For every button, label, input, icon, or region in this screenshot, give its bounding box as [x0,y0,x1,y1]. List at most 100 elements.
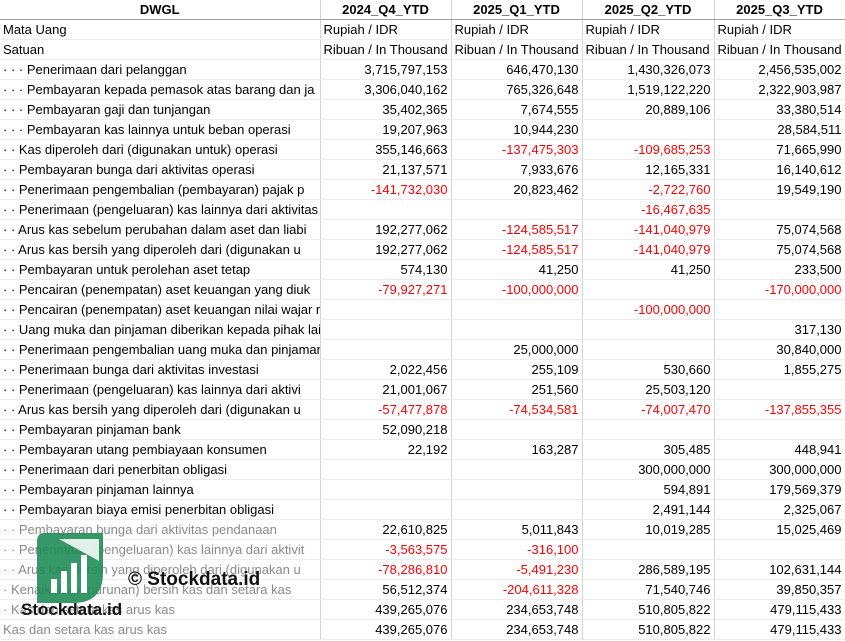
table-cell[interactable]: 1,855,275 [714,359,845,380]
table-cell[interactable]: -170,000,000 [714,279,845,300]
row-label[interactable]: · · Pembayaran biaya emisi penerbitan ob… [0,499,321,520]
row-label[interactable]: · · Penerimaan (pengeluaran) kas lainnya… [0,379,321,400]
table-cell[interactable]: 300,000,000 [714,459,845,480]
table-cell[interactable]: 439,265,076 [320,619,452,640]
table-cell[interactable]: 2,022,456 [320,359,452,380]
table-cell[interactable]: 71,665,990 [714,139,845,160]
table-cell[interactable]: -2,722,760 [582,179,715,200]
table-cell[interactable]: 3,715,797,153 [320,59,452,80]
table-cell[interactable]: -5,491,230 [451,559,583,580]
table-cell[interactable]: 5,011,843 [451,519,583,540]
table-cell[interactable] [714,199,845,220]
table-cell[interactable]: 39,850,357 [714,579,845,600]
table-cell[interactable]: 479,115,433 [714,619,845,640]
table-cell[interactable]: 10,019,285 [582,519,715,540]
table-cell[interactable]: -141,732,030 [320,179,452,200]
table-cell[interactable]: 2,491,144 [582,499,715,520]
table-cell[interactable]: Ribuan / In Thousand [582,39,715,60]
table-cell[interactable] [320,299,452,320]
table-cell[interactable]: -124,585,517 [451,219,583,240]
table-cell[interactable]: Rupiah / IDR [582,19,715,40]
table-cell[interactable] [451,419,583,440]
table-cell[interactable]: -141,040,979 [582,239,715,260]
row-label[interactable]: · · Pencairan (penempatan) aset keuangan… [0,299,321,320]
table-cell[interactable]: 255,109 [451,359,583,380]
row-label[interactable]: · · · Penerimaan dari pelanggan [0,59,321,80]
table-cell[interactable]: 765,326,648 [451,79,583,100]
table-cell[interactable]: -57,477,878 [320,399,452,420]
table-cell[interactable]: -16,467,635 [582,199,715,220]
row-label[interactable]: · · Penerimaan (pengeluaran) kas lainnya… [0,539,321,560]
row-label[interactable]: · · Pembayaran utang pembiayaan konsumen [0,439,321,460]
table-cell[interactable]: -78,286,810 [320,559,452,580]
column-header[interactable]: 2024_Q4_YTD [320,0,452,20]
table-cell[interactable]: -3,563,575 [320,539,452,560]
table-cell[interactable]: 75,074,568 [714,239,845,260]
table-cell[interactable]: 22,192 [320,439,452,460]
table-cell[interactable]: 286,589,195 [582,559,715,580]
table-cell[interactable]: 7,674,555 [451,99,583,120]
table-cell[interactable]: 33,380,514 [714,99,845,120]
table-cell[interactable]: 1,519,122,220 [582,79,715,100]
table-cell[interactable]: 2,456,535,002 [714,59,845,80]
table-cell[interactable]: 594,891 [582,479,715,500]
row-label[interactable]: · · Pembayaran bunga dari aktivitas pend… [0,519,321,540]
table-cell[interactable] [714,419,845,440]
column-header[interactable]: 2025_Q1_YTD [451,0,583,20]
table-cell[interactable]: 52,090,218 [320,419,452,440]
table-cell[interactable]: -100,000,000 [451,279,583,300]
table-cell[interactable]: 1,430,326,073 [582,59,715,80]
table-cell[interactable]: 192,277,062 [320,239,452,260]
table-cell[interactable]: 21,001,067 [320,379,452,400]
table-cell[interactable]: 355,146,663 [320,139,452,160]
row-label[interactable]: · · Kas diperoleh dari (digunakan untuk)… [0,139,321,160]
table-cell[interactable] [451,199,583,220]
table-cell[interactable] [451,319,583,340]
table-cell[interactable]: 25,000,000 [451,339,583,360]
table-cell[interactable]: 16,140,612 [714,159,845,180]
table-cell[interactable]: 179,569,379 [714,479,845,500]
table-cell[interactable]: 300,000,000 [582,459,715,480]
table-cell[interactable]: 163,287 [451,439,583,460]
table-cell[interactable]: 30,840,000 [714,339,845,360]
table-cell[interactable]: -316,100 [451,539,583,560]
row-label[interactable]: Mata Uang [0,19,321,40]
table-cell[interactable]: 479,115,433 [714,599,845,620]
table-cell[interactable]: 41,250 [451,259,583,280]
table-cell[interactable]: 10,944,230 [451,119,583,140]
table-cell[interactable]: 20,889,106 [582,99,715,120]
table-cell[interactable]: 56,512,374 [320,579,452,600]
row-label[interactable]: · · · Pembayaran kas lainnya untuk beban… [0,119,321,140]
table-cell[interactable]: 3,306,040,162 [320,79,452,100]
table-cell[interactable] [320,479,452,500]
table-cell[interactable] [582,279,715,300]
table-cell[interactable]: 15,025,469 [714,519,845,540]
table-cell[interactable]: -124,585,517 [451,239,583,260]
table-cell[interactable]: Ribuan / In Thousand [451,39,583,60]
table-cell[interactable]: Rupiah / IDR [714,19,845,40]
row-label[interactable]: Satuan [0,39,321,60]
table-cell[interactable] [582,539,715,560]
table-cell[interactable]: 305,485 [582,439,715,460]
table-cell[interactable]: 21,137,571 [320,159,452,180]
table-cell[interactable]: 71,540,746 [582,579,715,600]
row-label[interactable]: Kas dan setara kas arus kas [0,619,321,640]
table-cell[interactable] [320,499,452,520]
table-cell[interactable]: 448,941 [714,439,845,460]
table-cell[interactable] [451,459,583,480]
row-label[interactable]: · · Penerimaan pengembalian (pembayaran)… [0,179,321,200]
row-label[interactable]: · · Arus kas bersih yang diperoleh dari … [0,399,321,420]
table-cell[interactable]: 233,500 [714,259,845,280]
table-cell[interactable] [714,539,845,560]
table-cell[interactable]: -74,007,470 [582,399,715,420]
table-cell[interactable] [582,419,715,440]
row-label[interactable]: · · Pembayaran untuk perolehan aset teta… [0,259,321,280]
table-cell[interactable]: -137,855,355 [714,399,845,420]
table-cell[interactable]: Ribuan / In Thousand [320,39,452,60]
table-cell[interactable]: -137,475,303 [451,139,583,160]
row-label[interactable]: · · · Pembayaran gaji dan tunjangan [0,99,321,120]
row-label[interactable]: · · Pembayaran bunga dari aktivitas oper… [0,159,321,180]
row-label[interactable]: · · Penerimaan dari penerbitan obligasi [0,459,321,480]
table-cell[interactable]: 7,933,676 [451,159,583,180]
table-cell[interactable]: 574,130 [320,259,452,280]
